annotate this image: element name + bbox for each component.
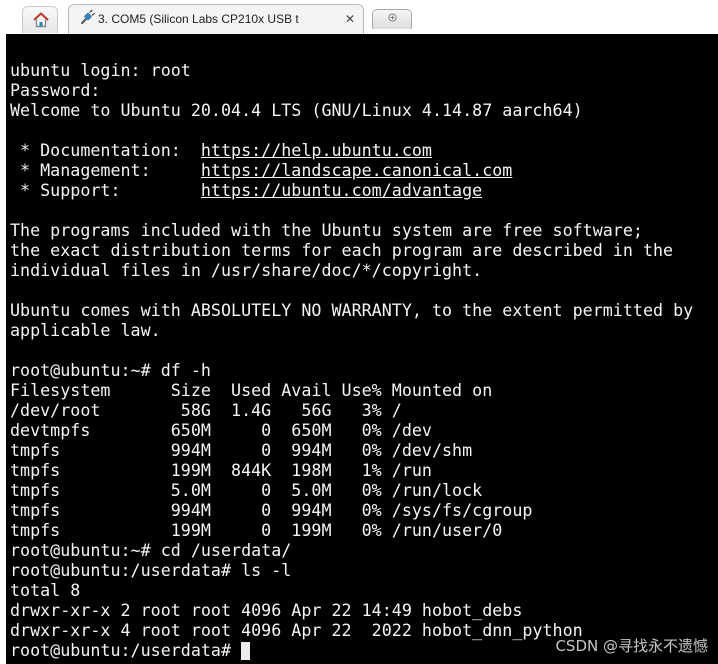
terminal-line: tmpfs 199M 844K 198M 1% /run <box>10 460 432 480</box>
terminal-line: devtmpfs 650M 0 650M 0% /dev <box>10 420 432 440</box>
close-tab-icon[interactable]: ✕ <box>345 9 355 29</box>
watermark: CSDN @寻找永不遗憾 <box>555 637 708 655</box>
terminal-line: drwxr-xr-x 2 root root 4096 Apr 22 14:49… <box>10 600 523 620</box>
terminal-output: ubuntu login: root Password: Welcome to … <box>10 60 693 660</box>
management-label: * Management: <box>10 160 201 180</box>
terminal-line: tmpfs 5.0M 0 5.0M 0% /run/lock <box>10 480 483 500</box>
session-tab-clip: 3. COM5 (Silicon Labs CP210x USB t <box>79 5 337 34</box>
terminal-line-management: * Management: https://landscape.canonica… <box>10 160 693 180</box>
new-tab-button[interactable] <box>372 9 412 29</box>
session-tab-com5[interactable]: 3. COM5 (Silicon Labs CP210x USB t ✕ <box>68 4 364 34</box>
terminal-line: root@ubuntu:~# cd /userdata/ <box>10 540 292 560</box>
add-tab-icon <box>388 13 397 22</box>
terminal-line-documentation: * Documentation: https://help.ubuntu.com <box>10 140 693 160</box>
shell-prompt: root@ubuntu:/userdata# <box>10 640 242 660</box>
documentation-label: * Documentation: <box>10 140 201 160</box>
terminal-line: applicable law. <box>10 320 161 340</box>
home-tab[interactable] <box>22 6 58 33</box>
terminal-line: The programs included with the Ubuntu sy… <box>10 220 643 240</box>
terminal-line: individual files in /usr/share/doc/*/cop… <box>10 260 483 280</box>
terminal-line: /dev/root 58G 1.4G 56G 3% / <box>10 400 402 420</box>
serial-plug-icon <box>81 9 95 24</box>
support-label: * Support: <box>10 180 201 200</box>
terminal-line: root@ubuntu:/userdata# ls -l <box>10 560 292 580</box>
management-link[interactable]: https://landscape.canonical.com <box>201 160 512 180</box>
terminal-line: Filesystem Size Used Avail Use% Mounted … <box>10 380 493 400</box>
terminal-cursor <box>241 642 251 660</box>
documentation-link[interactable]: https://help.ubuntu.com <box>201 140 432 160</box>
terminal-line: total 8 <box>10 580 81 600</box>
support-link[interactable]: https://ubuntu.com/advantage <box>201 180 482 200</box>
terminal-line: Welcome to Ubuntu 20.04.4 LTS (GNU/Linux… <box>10 100 583 120</box>
tab-bar: 3. COM5 (Silicon Labs CP210x USB t ✕ <box>0 0 718 34</box>
terminal-line: tmpfs 994M 0 994M 0% /sys/fs/cgroup <box>10 500 533 520</box>
terminal-line: tmpfs 994M 0 994M 0% /dev/shm <box>10 440 473 460</box>
terminal-line: Ubuntu comes with ABSOLUTELY NO WARRANTY… <box>10 300 694 320</box>
terminal-line: root@ubuntu:~# df -h <box>10 360 211 380</box>
terminal-line: tmpfs 199M 0 199M 0% /run/user/0 <box>10 520 503 540</box>
terminal-line-support: * Support: https://ubuntu.com/advantage <box>10 180 693 200</box>
terminal-line: Password: <box>10 80 101 100</box>
terminal-line: the exact distribution terms for each pr… <box>10 240 674 260</box>
terminal-window[interactable]: ubuntu login: root Password: Welcome to … <box>6 34 718 664</box>
home-icon <box>33 12 49 28</box>
session-tab-title: 3. COM5 (Silicon Labs CP210x USB t <box>98 12 299 26</box>
terminal-line: ubuntu login: root <box>10 60 191 80</box>
tab-title-fade <box>301 7 337 34</box>
